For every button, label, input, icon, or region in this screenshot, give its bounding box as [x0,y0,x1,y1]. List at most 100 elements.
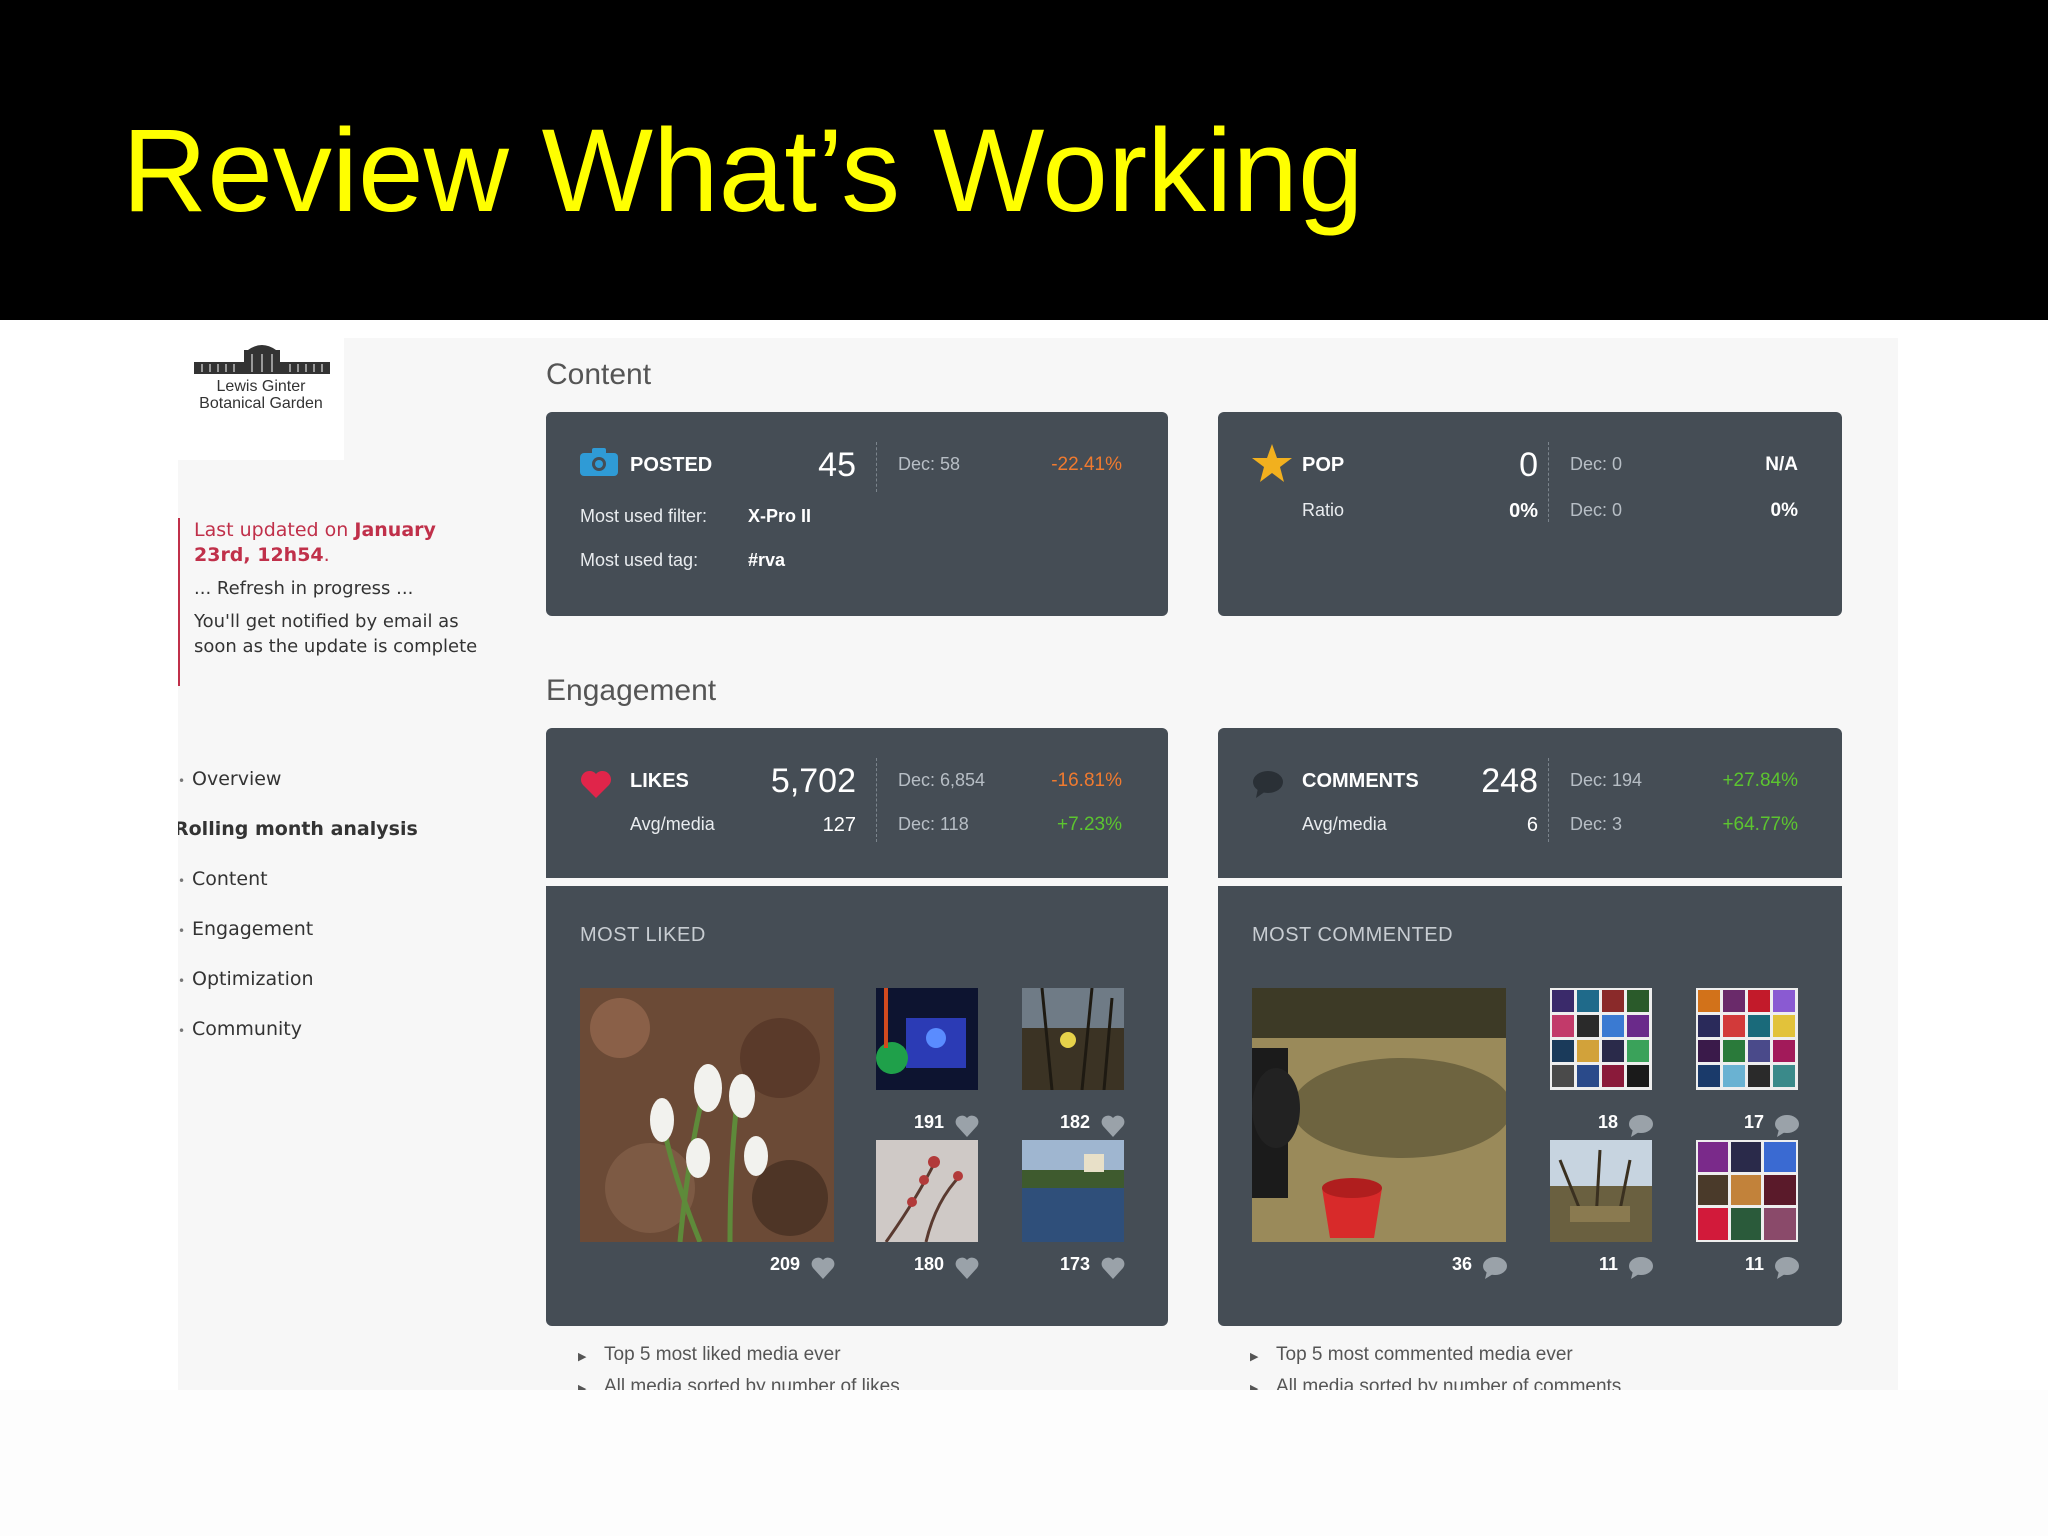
most-commented-photo-5[interactable] [1696,1140,1798,1242]
analytics-screenshot: Lewis Ginter Botanical Garden Last updat… [178,338,1898,1390]
likes-label: LIKES [630,770,689,792]
link-label: Top 5 most liked media ever [604,1344,841,1365]
link-top5-liked[interactable]: ▶ Top 5 most liked media ever [578,1340,900,1372]
posted-value: 45 [818,446,856,484]
nav-item-label: Optimization [192,968,314,990]
heart-icon [811,1257,835,1279]
triangle-bullet-icon: ▶ [578,1351,587,1363]
like-count: 209 [769,1254,800,1274]
like-count: 182 [1059,1112,1090,1132]
nav-item-optimization[interactable]: • Optimization [178,968,314,990]
posted-card: POSTED 45 Dec: 58 -22.41% Most used filt… [546,412,1168,616]
heart-icon [955,1115,979,1137]
logo-text: Lewis Ginter Botanical Garden [182,378,340,412]
most-liked-links: ▶ Top 5 most liked media ever ▶ All media … [578,1340,900,1390]
nav-item-label: Community [192,1018,302,1040]
comments-dec: Dec: 194 [1570,770,1643,790]
slide-bottom-area [0,1390,2048,1536]
nav-item-overview[interactable]: • Overview [178,768,281,790]
triangle-bullet-icon: ▶ [578,1383,587,1390]
divider [1548,442,1549,522]
logo-line-2: Botanical Garden [199,395,323,412]
posted-dec: Dec: 58 [898,454,961,474]
comment-count: 11 [1598,1254,1618,1274]
most-liked-photo-1[interactable] [580,988,834,1242]
likes-avg-dec: Dec: 118 [898,814,969,834]
posted-change: -22.41% [1051,454,1122,475]
likes-dec: Dec: 6,854 [898,770,986,790]
most-commented-photo-4[interactable] [1550,1140,1652,1242]
nav-item-label: Rolling month analysis [178,818,418,840]
most-commented-photo-1[interactable] [1252,988,1506,1242]
comment-bubble-icon [1483,1257,1507,1279]
last-updated-suffix: . [323,544,330,566]
pop-value: 0 [1519,446,1538,484]
link-all-sorted-comments[interactable]: ▶ All media sorted by number of comments [1250,1372,1621,1390]
ratio-label: Ratio [1302,500,1345,520]
like-count: 180 [913,1254,944,1274]
filter-value: X-Pro II [748,506,812,526]
most-liked-photo-3[interactable] [1022,988,1124,1090]
most-commented-links: ▶ Top 5 most commented media ever ▶ All me… [1250,1340,1621,1390]
slide-title: Review What’s Working [122,105,1364,237]
logo[interactable]: Lewis Ginter Botanical Garden [178,338,344,460]
link-top5-commented[interactable]: ▶ Top 5 most commented media ever [1250,1340,1621,1372]
slide-title-band: Review What’s Working [0,0,2048,320]
most-liked-photo-5[interactable] [1022,1140,1124,1242]
divider [876,442,877,492]
nav-item-rolling-month-analysis[interactable]: Rolling month analysis [178,818,418,840]
comments-avg-label: Avg/media [1302,814,1387,834]
nav-item-community[interactable]: • Community [178,1018,302,1040]
comment-count: 18 [1597,1112,1618,1132]
tag-value: #rva [748,550,786,570]
most-commented-photo-3[interactable] [1696,988,1798,1090]
divider [876,758,877,842]
link-all-sorted-likes[interactable]: ▶ All media sorted by number of likes [578,1372,900,1390]
link-label: All media sorted by number of likes [604,1376,900,1390]
comment-count: 11 [1744,1254,1764,1274]
nav-bullet: • [178,974,186,988]
heart-icon [580,770,612,798]
heart-icon [1101,1257,1125,1279]
ratio-change: 0% [1770,500,1798,521]
comment-count: 17 [1743,1112,1764,1132]
pop-label: POP [1302,454,1345,476]
comment-bubble-icon [1775,1257,1799,1279]
link-label: All media sorted by number of comments [1276,1376,1622,1390]
pop-dec: Dec: 0 [1570,454,1623,474]
section-title-engagement: Engagement [546,674,717,707]
section-title-content: Content [546,358,652,391]
nav-item-label: Content [192,868,268,890]
nav-bullet: • [178,924,186,938]
update-notice: Last updated on January 23rd, 12h54. ...… [178,518,478,686]
last-updated-prefix: Last updated on [194,519,355,541]
likes-card: LIKES 5,702 Dec: 6,854 -16.81% Avg/media… [546,728,1168,878]
comments-change: +27.84% [1722,770,1798,791]
nav-item-content[interactable]: • Content [178,868,268,890]
logo-line-1: Lewis Ginter [216,378,306,395]
link-label: Top 5 most commented media ever [1276,1344,1573,1365]
likes-avg-change: +7.23% [1057,814,1122,835]
divider [1548,758,1549,842]
most-liked-title: MOST LIKED [580,924,706,946]
comment-bubble-icon [1629,1115,1653,1137]
nav-bullet: • [178,1024,186,1038]
refresh-status: ... Refresh in progress ... [194,578,414,599]
notify-message: You'll get notified by email as soon as … [194,611,478,657]
nav-item-engagement[interactable]: • Engagement [178,918,313,940]
most-commented-panel: MOST COMMENTED 36 18 17 11 11 [1218,886,1842,1326]
comment-bubble-icon [1775,1115,1799,1137]
filter-label: Most used filter: [580,506,708,526]
triangle-bullet-icon: ▶ [1250,1351,1259,1363]
triangle-bullet-icon: ▶ [1250,1383,1259,1390]
likes-avg-value: 127 [822,814,856,836]
comments-value: 248 [1481,762,1538,800]
comments-avg-value: 6 [1526,814,1538,836]
nav-bullet: • [178,874,186,888]
most-liked-photo-2[interactable] [876,988,978,1090]
pop-card: POP 0 Dec: 0 N/A Ratio 0% Dec: 0 0% [1218,412,1842,616]
most-liked-panel: MOST LIKED 209 191 182 180 173 [546,886,1168,1326]
most-commented-photo-2[interactable] [1550,988,1652,1090]
most-liked-photo-4[interactable] [876,1140,978,1242]
likes-change: -16.81% [1051,770,1122,791]
